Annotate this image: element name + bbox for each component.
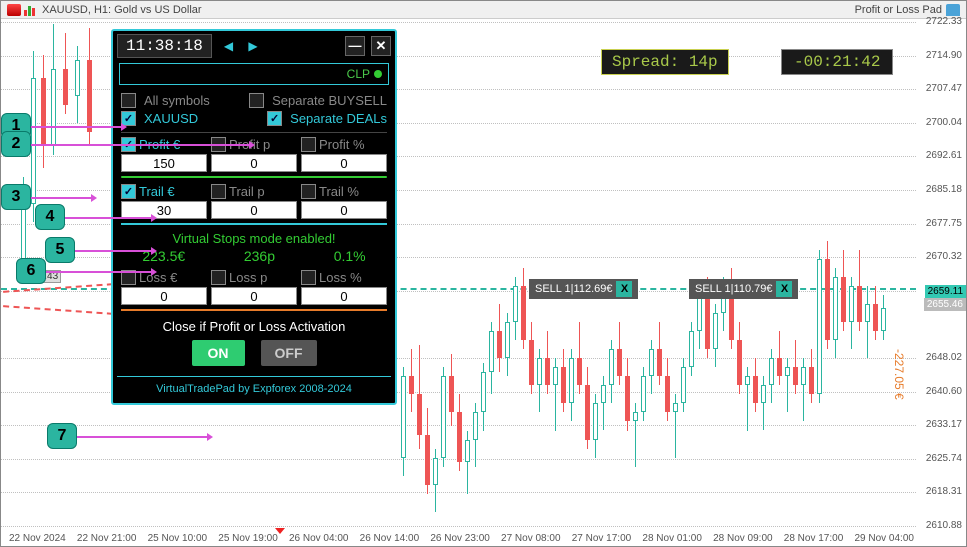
sell-tag-text: SELL 1|112.69€ bbox=[535, 283, 612, 295]
close-position-icon[interactable]: X bbox=[616, 281, 632, 297]
y-tick: 2618.31 bbox=[926, 486, 962, 497]
profit-pct-input[interactable] bbox=[301, 154, 387, 172]
clock-display: 11:38:18 bbox=[117, 34, 212, 58]
close-position-icon[interactable]: X bbox=[776, 281, 792, 297]
prev-price-tag: 2655.46 bbox=[924, 298, 966, 311]
profit-p-input[interactable] bbox=[211, 154, 297, 172]
sell-tag-text: SELL 1|110.79€ bbox=[695, 283, 772, 295]
loss-pct-input[interactable] bbox=[301, 287, 387, 305]
close-button[interactable]: ✕ bbox=[371, 36, 391, 56]
minimize-button[interactable]: — bbox=[345, 36, 365, 56]
y-tick: 2700.04 bbox=[926, 117, 962, 128]
y-tick: 2685.18 bbox=[926, 184, 962, 195]
x-tick: 29 Nov 04:00 bbox=[854, 533, 914, 544]
chart-title: XAUUSD, H1: Gold vs US Dollar bbox=[42, 4, 202, 16]
trail-pct-input[interactable] bbox=[301, 201, 387, 219]
trail-p-input[interactable] bbox=[211, 201, 297, 219]
chart-type-icon[interactable] bbox=[24, 4, 38, 16]
x-tick: 28 Nov 17:00 bbox=[784, 533, 844, 544]
spread-indicator: Spread: 14p bbox=[601, 49, 729, 75]
time-marker-icon bbox=[275, 528, 285, 534]
x-tick: 26 Nov 14:00 bbox=[360, 533, 420, 544]
loss-p-input[interactable] bbox=[211, 287, 297, 305]
clp-label: CLP bbox=[347, 67, 370, 81]
y-tick: 2692.61 bbox=[926, 150, 962, 161]
y-tick: 2610.88 bbox=[926, 520, 962, 531]
x-tick: 22 Nov 21:00 bbox=[77, 533, 137, 544]
x-tick: 26 Nov 04:00 bbox=[289, 533, 349, 544]
clp-tab[interactable]: CLP bbox=[119, 63, 389, 85]
separate-deals-label: Separate DEALs bbox=[290, 111, 387, 126]
x-tick: 25 Nov 10:00 bbox=[148, 533, 208, 544]
x-tick: 27 Nov 17:00 bbox=[572, 533, 632, 544]
mt-icon bbox=[7, 4, 21, 16]
on-button[interactable]: ON bbox=[192, 340, 245, 366]
trail-p-label: Trail p bbox=[229, 184, 265, 199]
y-tick: 2648.02 bbox=[926, 352, 962, 363]
trail-eur-checkbox[interactable] bbox=[121, 184, 136, 199]
y-tick: 2677.75 bbox=[926, 218, 962, 229]
trail-eur-label: Trail € bbox=[139, 184, 175, 199]
countdown-timer: -00:21:42 bbox=[781, 49, 893, 75]
panel-footer: VirtualTradePad by Expforex 2008-2024 bbox=[117, 376, 391, 401]
loss-eur-input[interactable] bbox=[121, 287, 207, 305]
x-tick: 22 Nov 2024 bbox=[9, 533, 66, 544]
profit-loss-side-text: -227.05 € bbox=[892, 349, 906, 400]
current-price-tag: 2659.11 bbox=[925, 285, 966, 298]
y-tick: 2640.60 bbox=[926, 386, 962, 397]
profit-eur-input[interactable] bbox=[121, 154, 207, 172]
stat-points: 236p bbox=[244, 248, 275, 264]
xauusd-label: XAUUSD bbox=[144, 111, 198, 126]
trail-pct-label: Trail % bbox=[319, 184, 359, 199]
all-symbols-checkbox[interactable] bbox=[121, 93, 136, 108]
separate-buysell-label: Separate BUYSELL bbox=[272, 93, 387, 108]
profit-pct-label: Profit % bbox=[319, 137, 365, 152]
trail-p-checkbox[interactable] bbox=[211, 184, 226, 199]
sell-position-tag-2[interactable]: SELL 1|110.79€ X bbox=[689, 279, 798, 299]
x-tick: 26 Nov 23:00 bbox=[430, 533, 490, 544]
y-tick: 2722.33 bbox=[926, 16, 962, 27]
y-axis: 2722.33 2714.90 2707.47 2700.04 2692.61 2685.… bbox=[916, 19, 966, 528]
sell-position-tag-1[interactable]: SELL 1|112.69€ X bbox=[529, 279, 638, 299]
x-axis: 22 Nov 2024 22 Nov 21:00 25 Nov 10:00 25 No… bbox=[9, 530, 914, 546]
separate-deals-checkbox[interactable] bbox=[267, 111, 282, 126]
off-button[interactable]: OFF bbox=[261, 340, 317, 366]
x-tick: 25 Nov 19:00 bbox=[218, 533, 278, 544]
activation-label: Close if Profit or Loss Activation bbox=[113, 319, 395, 334]
x-tick: 27 Nov 08:00 bbox=[501, 533, 561, 544]
graduation-cap-icon[interactable] bbox=[946, 4, 960, 16]
y-tick: 2707.47 bbox=[926, 83, 962, 94]
loss-p-label: Loss p bbox=[229, 270, 267, 285]
status-dot-icon bbox=[374, 70, 382, 78]
loss-pct-label: Loss % bbox=[319, 270, 362, 285]
profit-pct-checkbox[interactable] bbox=[301, 137, 316, 152]
y-tick: 2670.32 bbox=[926, 251, 962, 262]
y-tick: 2625.74 bbox=[926, 453, 962, 464]
y-tick: 2714.90 bbox=[926, 50, 962, 61]
nav-arrows[interactable]: ◀ ▶ bbox=[224, 39, 264, 53]
virtual-stops-text: Virtual Stops mode enabled! bbox=[113, 231, 395, 246]
separate-buysell-checkbox[interactable] bbox=[249, 93, 264, 108]
loss-pct-checkbox[interactable] bbox=[301, 270, 316, 285]
panel-titlebar[interactable]: 11:38:18 ◀ ▶ — ✕ bbox=[113, 31, 395, 61]
window-titlebar: XAUUSD, H1: Gold vs US Dollar Profit or … bbox=[1, 1, 966, 19]
stat-pct: 0.1% bbox=[334, 248, 366, 264]
y-tick: 2633.17 bbox=[926, 419, 962, 430]
all-symbols-label: All symbols bbox=[144, 93, 210, 108]
x-tick: 28 Nov 09:00 bbox=[713, 533, 773, 544]
x-tick: 28 Nov 01:00 bbox=[642, 533, 702, 544]
panel-name: Profit or Loss Pad bbox=[855, 4, 942, 16]
loss-p-checkbox[interactable] bbox=[211, 270, 226, 285]
trail-pct-checkbox[interactable] bbox=[301, 184, 316, 199]
